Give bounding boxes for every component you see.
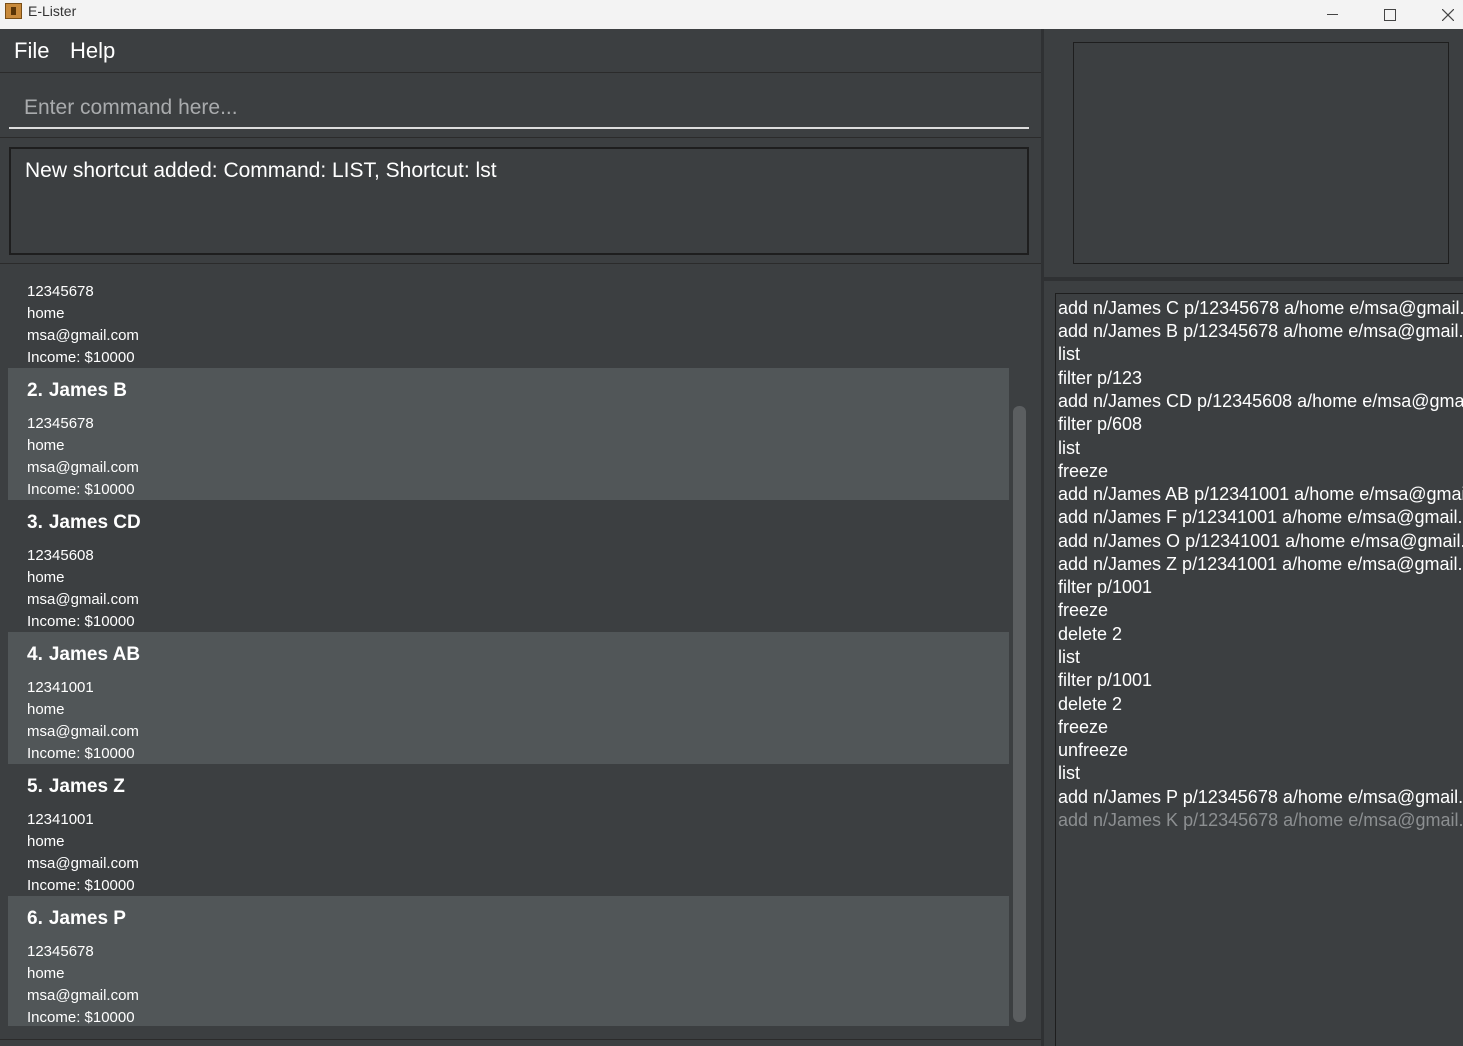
history-item[interactable]: filter p/1001 xyxy=(1058,670,1152,691)
result-message: New shortcut added: Command: LIST, Short… xyxy=(25,159,497,182)
history-item[interactable]: filter p/608 xyxy=(1058,414,1142,435)
result-display: New shortcut added: Command: LIST, Short… xyxy=(9,147,1029,255)
address: home xyxy=(27,965,65,982)
person-name: 4. James AB xyxy=(27,644,140,666)
income: Income: $10000 xyxy=(27,481,135,498)
person-card[interactable]: 2. James B 12345678 home msa@gmail.com In… xyxy=(8,368,1009,500)
person-name-text: James Z xyxy=(48,776,125,797)
divider xyxy=(0,263,1041,264)
income: Income: $10000 xyxy=(27,349,135,366)
window-title: E-Lister xyxy=(28,3,77,19)
income: Income: $10000 xyxy=(27,1009,135,1026)
divider xyxy=(0,137,1041,138)
command-history[interactable]: add n/James C p/12345678 a/home e/msa@gm… xyxy=(1055,293,1463,1046)
address: home xyxy=(27,569,65,586)
email: msa@gmail.com xyxy=(27,591,139,608)
person-card[interactable]: 4. James AB 12341001 home msa@gmail.com I… xyxy=(8,632,1009,764)
history-item[interactable]: list xyxy=(1058,647,1080,668)
phone: 12341001 xyxy=(27,679,94,696)
address: home xyxy=(27,305,65,322)
person-index: 6. xyxy=(27,908,43,929)
address: home xyxy=(27,701,65,718)
history-item[interactable]: delete 2 xyxy=(1058,624,1122,645)
person-list[interactable]: 12345678 home msa@gmail.com Income: $100… xyxy=(8,276,1009,1026)
income: Income: $10000 xyxy=(27,745,135,762)
history-item[interactable]: add n/James B p/12345678 a/home e/msa@gm… xyxy=(1058,321,1463,342)
person-index: 3. xyxy=(27,512,43,533)
phone: 12345608 xyxy=(27,547,94,564)
side-pane: add n/James C p/12345678 a/home e/msa@gm… xyxy=(1044,29,1463,1046)
person-index: 4. xyxy=(27,644,43,665)
phone: 12345678 xyxy=(27,943,94,960)
preview-panel xyxy=(1073,42,1449,264)
person-card[interactable]: 6. James P 12345678 home msa@gmail.com In… xyxy=(8,896,1009,1026)
address: home xyxy=(27,437,65,454)
history-item[interactable]: add n/James P p/12345678 a/home e/msa@gm… xyxy=(1058,787,1463,808)
history-item[interactable]: freeze xyxy=(1058,600,1108,621)
person-name-text: James B xyxy=(48,380,128,401)
history-item[interactable]: add n/James CD p/12345608 a/home e/msa@g… xyxy=(1058,391,1463,412)
history-item[interactable]: filter p/123 xyxy=(1058,368,1142,389)
email: msa@gmail.com xyxy=(27,459,139,476)
menu-file[interactable]: File xyxy=(14,38,49,64)
person-name: 5. James Z xyxy=(27,776,125,798)
list-footer xyxy=(0,1039,1041,1046)
email: msa@gmail.com xyxy=(27,723,139,740)
history-item[interactable]: add n/James O p/12341001 a/home e/msa@gm… xyxy=(1058,531,1463,552)
person-card[interactable]: 5. James Z 12341001 home msa@gmail.com In… xyxy=(8,764,1009,896)
menu-help[interactable]: Help xyxy=(70,38,115,64)
email: msa@gmail.com xyxy=(27,327,139,344)
income: Income: $10000 xyxy=(27,877,135,894)
history-item[interactable]: add n/James AB p/12341001 a/home e/msa@g… xyxy=(1058,484,1463,505)
email: msa@gmail.com xyxy=(27,987,139,1004)
command-box xyxy=(9,85,1029,131)
maximize-button[interactable] xyxy=(1362,0,1418,29)
history-item[interactable]: add n/James K p/12345678 a/home e/msa@gm… xyxy=(1058,810,1463,831)
history-item[interactable]: unfreeze xyxy=(1058,740,1128,761)
history-item[interactable]: add n/James Z p/12341001 a/home e/msa@gm… xyxy=(1058,554,1463,575)
history-item[interactable]: freeze xyxy=(1058,717,1108,738)
person-name: 2. James B xyxy=(27,380,127,402)
history-item[interactable]: add n/James C p/12345678 a/home e/msa@gm… xyxy=(1058,298,1463,319)
person-index: 2. xyxy=(27,380,43,401)
command-input[interactable] xyxy=(9,85,1029,129)
history-item[interactable]: filter p/1001 xyxy=(1058,577,1152,598)
person-name-text: James CD xyxy=(48,512,141,533)
history-item[interactable]: freeze xyxy=(1058,461,1108,482)
history-item[interactable]: list xyxy=(1058,344,1080,365)
person-name-text: James AB xyxy=(48,644,141,665)
email: msa@gmail.com xyxy=(27,855,139,872)
income: Income: $10000 xyxy=(27,613,135,630)
history-item[interactable]: list xyxy=(1058,763,1080,784)
close-button[interactable] xyxy=(1420,0,1463,29)
person-name: 3. James CD xyxy=(27,512,141,534)
person-name: 6. James P xyxy=(27,908,126,930)
history-item[interactable]: add n/James F p/12341001 a/home e/msa@gm… xyxy=(1058,507,1463,528)
person-index: 5. xyxy=(27,776,43,797)
close-icon xyxy=(1442,8,1454,21)
person-card[interactable]: 12345678 home msa@gmail.com Income: $100… xyxy=(8,276,1009,368)
phone: 12345678 xyxy=(27,415,94,432)
person-card[interactable]: 3. James CD 12345608 home msa@gmail.com I… xyxy=(8,500,1009,632)
person-name-text: James P xyxy=(48,908,126,929)
address: home xyxy=(27,833,65,850)
list-scrollbar[interactable] xyxy=(1013,406,1026,1022)
phone: 12341001 xyxy=(27,811,94,828)
app-icon xyxy=(5,3,22,19)
title-bar: E-Lister xyxy=(0,0,1463,29)
side-divider[interactable] xyxy=(1044,277,1463,281)
history-item[interactable]: delete 2 xyxy=(1058,694,1122,715)
phone: 12345678 xyxy=(27,283,94,300)
minimize-button[interactable] xyxy=(1304,0,1360,29)
menu-bar: File Help xyxy=(0,29,1041,73)
history-item[interactable]: list xyxy=(1058,438,1080,459)
